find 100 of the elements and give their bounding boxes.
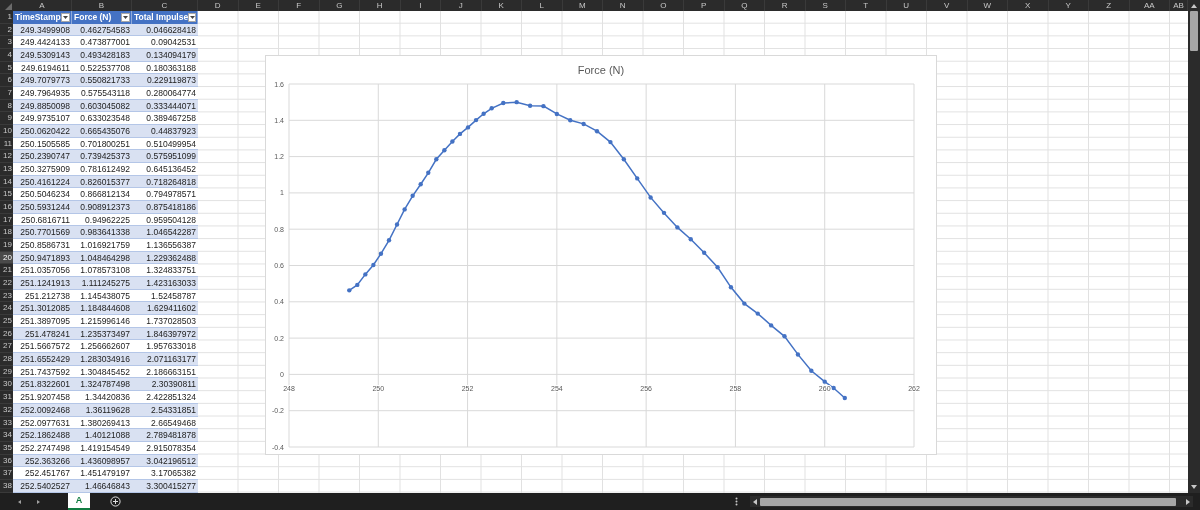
table-cell: 1.016921759: [72, 239, 132, 252]
data-point: [363, 272, 368, 277]
next-sheet-icon[interactable]: [35, 498, 41, 505]
row-number[interactable]: 6: [0, 74, 13, 88]
row-number[interactable]: 12: [0, 150, 13, 164]
data-point: [728, 285, 734, 290]
row-number[interactable]: 3: [0, 36, 13, 49]
table-cell: 249.4424133: [13, 36, 72, 49]
table-cell: 249.9735107: [13, 112, 72, 126]
data-point: [489, 106, 494, 111]
row-number[interactable]: 24: [0, 302, 13, 316]
row-number[interactable]: 22: [0, 277, 13, 290]
row-number[interactable]: 21: [0, 264, 13, 278]
caret-icon: [63, 15, 68, 19]
row-number[interactable]: 10: [0, 125, 13, 138]
scroll-down-icon[interactable]: [1190, 483, 1198, 491]
data-point: [418, 182, 423, 187]
table-cell: 250.3275909: [13, 163, 72, 176]
table-cell: 0.633023548: [72, 112, 132, 126]
chart-title: Force (N): [576, 63, 626, 78]
add-sheet-icon[interactable]: [110, 496, 121, 507]
row-number[interactable]: 34: [0, 429, 13, 442]
table-cell: 251.3012085: [13, 302, 72, 316]
data-point: [831, 385, 836, 391]
table-cell: 2.789481878: [132, 429, 198, 442]
table-cell: 250.5046234: [13, 188, 72, 202]
table-cell: 251.5667572: [13, 340, 72, 354]
table-cell: 1.215996146: [72, 315, 132, 328]
data-point: [457, 131, 463, 137]
row-number[interactable]: 15: [0, 188, 13, 202]
row-number[interactable]: 19: [0, 239, 13, 252]
row-number[interactable]: 4: [0, 49, 13, 62]
scroll-right-icon[interactable]: [1184, 497, 1192, 506]
table-cell: 0.739425373: [72, 150, 132, 164]
column-title: TimeStamp: [15, 10, 61, 24]
table-cell: 249.5309143: [13, 49, 72, 62]
row-number[interactable]: 1: [0, 11, 13, 24]
table-cell: 0.575951099: [132, 150, 198, 164]
table-cell: 0.44837923: [132, 125, 198, 138]
column-title: Force (N): [74, 10, 112, 24]
table-cell: 1.256662607: [72, 340, 132, 354]
data-point: [822, 379, 827, 384]
table-cell: 249.7964935: [13, 87, 72, 100]
table-cell: 1.046542287: [132, 226, 198, 240]
table-cell: 0.389467258: [132, 112, 198, 126]
row-number[interactable]: 16: [0, 201, 13, 214]
table-cell: 0.493428183: [72, 49, 132, 62]
filter-button[interactable]: [121, 12, 130, 22]
data-point: [648, 195, 653, 200]
table-cell: 250.0620422: [13, 125, 72, 138]
data-point: [481, 111, 486, 116]
caret-icon: [123, 15, 128, 19]
table-cell: 2.30390811: [132, 378, 198, 392]
row-number[interactable]: 7: [0, 87, 13, 100]
row-number[interactable]: 13: [0, 163, 13, 176]
caret-icon: [189, 15, 195, 19]
table-cell: 1.078573108: [72, 264, 132, 278]
sheet-tab[interactable]: A: [68, 493, 90, 510]
data-point: [442, 148, 447, 153]
table-cell: 251.0357056: [13, 264, 72, 278]
table-cell: 1.957633018: [132, 340, 198, 354]
filter-button[interactable]: [188, 12, 196, 22]
table-cell: 1.283034916: [72, 353, 132, 366]
data-point: [541, 103, 546, 109]
horizontal-scrollbar[interactable]: [750, 496, 1193, 507]
row-number[interactable]: 28: [0, 353, 13, 366]
table-cell: 0.134094179: [132, 49, 198, 62]
more-options-icon[interactable]: [735, 497, 738, 506]
table-cell: 2.422851324: [132, 391, 198, 404]
data-point: [434, 157, 439, 162]
data-point: [394, 222, 400, 227]
previous-sheet-icon[interactable]: [17, 498, 23, 505]
row-number[interactable]: 37: [0, 467, 13, 480]
row-number[interactable]: 27: [0, 340, 13, 354]
row-number[interactable]: 31: [0, 391, 13, 404]
scroll-thumb[interactable]: [1190, 11, 1198, 51]
data-point: [755, 311, 760, 316]
scroll-thumb[interactable]: [760, 497, 1176, 506]
table-cell: 251.9207458: [13, 391, 72, 404]
table-cell: 0.575543118: [72, 87, 132, 100]
table-cell: 0.280064774: [132, 87, 198, 100]
row-number[interactable]: 18: [0, 226, 13, 240]
table-cell: 1.111245275: [72, 277, 132, 290]
data-point: [568, 118, 573, 123]
data-point: [473, 117, 479, 123]
vertical-scrollbar[interactable]: [1188, 0, 1200, 493]
row-number[interactable]: 9: [0, 112, 13, 126]
table-cell: 1.451479197: [72, 467, 132, 480]
row-number[interactable]: 30: [0, 378, 13, 392]
data-point: [347, 288, 352, 293]
row-number[interactable]: 25: [0, 315, 13, 328]
data-point: [782, 334, 787, 339]
data-point: [715, 265, 720, 270]
table-cell: 0.875418186: [132, 201, 198, 214]
table-cell: 2.071163177: [132, 353, 198, 366]
data-point: [809, 368, 814, 373]
data-point: [742, 301, 747, 306]
data-point: [795, 352, 801, 357]
filter-button[interactable]: [61, 12, 70, 22]
table-cell: 1.184844608: [72, 302, 132, 316]
